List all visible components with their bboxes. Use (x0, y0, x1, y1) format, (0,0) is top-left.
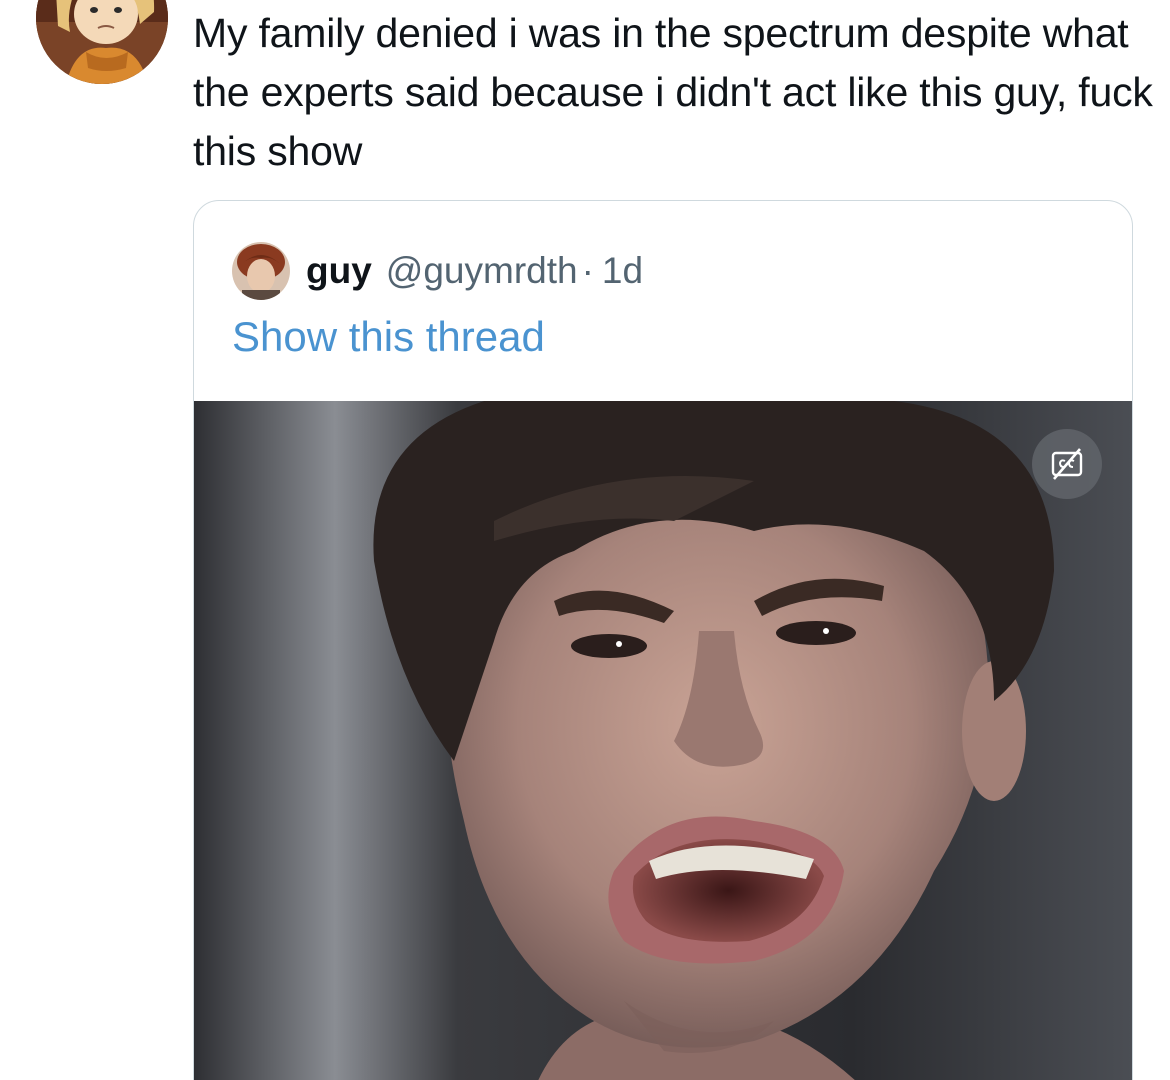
author-avatar[interactable] (36, 0, 168, 84)
quoted-tweet-card[interactable]: guy @guymrdth · 1d Show this thread (193, 200, 1133, 1080)
quoted-author-name[interactable]: guy (306, 250, 372, 292)
quoted-author-avatar-image (232, 242, 290, 300)
quoted-media-image[interactable] (194, 401, 1132, 1080)
tweet-text: My family denied i was in the spectrum d… (193, 10, 1153, 174)
captions-off-glyph (1051, 448, 1083, 480)
crying-face-photo (194, 401, 1132, 1080)
quoted-tweet-header: guy @guymrdth · 1d (232, 241, 643, 301)
quoted-author-avatar[interactable] (232, 242, 290, 300)
quoted-author-handle[interactable]: @guymrdth (386, 250, 578, 292)
author-avatar-image (36, 0, 168, 84)
captions-off-icon[interactable] (1032, 429, 1102, 499)
separator-dot: · (581, 250, 594, 291)
quoted-timestamp[interactable]: 1d (602, 250, 643, 292)
show-thread-link[interactable]: Show this thread (232, 313, 545, 361)
tweet-view: My family denied i was in the spectrum d… (0, 0, 1170, 1080)
